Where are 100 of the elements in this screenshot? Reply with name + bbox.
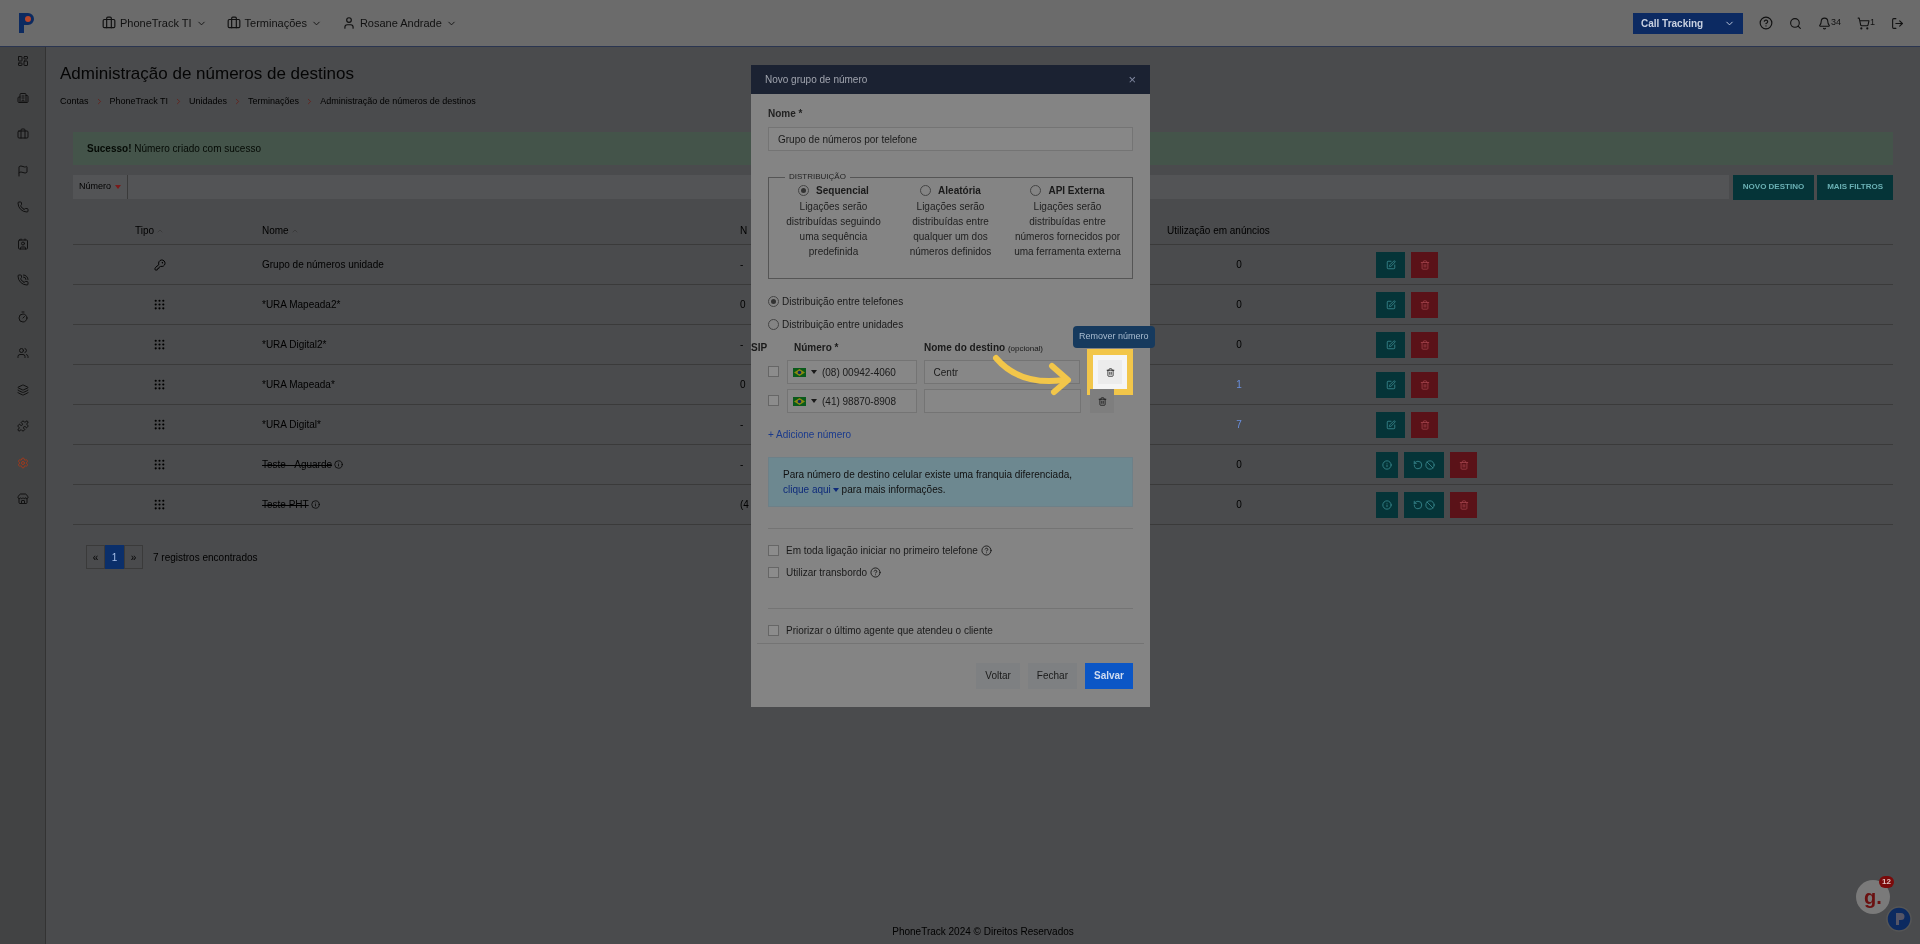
distribution-mode-option[interactable]: Distribuição entre telefones xyxy=(768,294,1133,309)
destination-input[interactable] xyxy=(924,389,1081,413)
row-name: Teste PHT xyxy=(262,498,309,512)
distribution-option[interactable]: API Externa xyxy=(1030,183,1105,198)
keypad-icon xyxy=(153,498,166,511)
help-icon[interactable] xyxy=(980,545,992,556)
dialog-button[interactable]: Salvar xyxy=(1084,662,1133,689)
previous-page-button[interactable]: « xyxy=(86,545,105,569)
trash-icon xyxy=(1458,499,1469,510)
usage-count: 0 xyxy=(1236,498,1242,512)
edit-button[interactable] xyxy=(1376,411,1405,438)
delete-button[interactable] xyxy=(1411,291,1438,318)
name-label: Nome * xyxy=(768,107,804,121)
chat-bubble-icon[interactable] xyxy=(1886,906,1912,932)
info-button[interactable] xyxy=(1376,491,1398,518)
breadcrumb-link[interactable]: Terminações xyxy=(248,94,300,108)
edit-button[interactable] xyxy=(1376,291,1405,318)
help-icon[interactable] xyxy=(1758,16,1773,30)
delete-button[interactable] xyxy=(1411,251,1438,278)
sidebar-item[interactable] xyxy=(16,201,29,213)
remove-number-button[interactable] xyxy=(1098,360,1123,384)
sidebar-item[interactable] xyxy=(16,164,29,177)
dialog-button[interactable]: Fechar xyxy=(1027,662,1077,689)
info-button[interactable] xyxy=(1376,451,1398,478)
records-count: 7 registros encontrados xyxy=(153,550,258,565)
option-checkbox-label[interactable]: Em toda ligação iniciar no primeiro telefone xyxy=(768,543,992,558)
logout-icon[interactable] xyxy=(1891,16,1904,30)
delete-button[interactable] xyxy=(1411,411,1438,438)
add-number-link[interactable]: + Adicione número xyxy=(768,427,852,442)
checkbox[interactable] xyxy=(768,366,779,377)
header-menu[interactable]: Terminações xyxy=(226,14,322,32)
option-checkbox-label[interactable]: Priorizar o último agente que atendeu o cliente xyxy=(768,623,993,638)
edit-button[interactable] xyxy=(1376,371,1405,398)
keypad-icon xyxy=(153,378,166,391)
edit-button[interactable] xyxy=(1376,331,1405,358)
alert-text: Sucesso! Número criado com sucesso xyxy=(87,142,261,156)
sidebar-item[interactable] xyxy=(16,347,29,359)
name-input[interactable]: Grupo de números por telefone xyxy=(768,127,1133,151)
filter-dropdown[interactable]: Número xyxy=(73,175,128,199)
users-icon xyxy=(16,347,29,359)
column-header[interactable]: Nome xyxy=(262,223,299,238)
checkbox[interactable] xyxy=(768,395,779,406)
puzzle-icon xyxy=(16,420,29,432)
header-menu[interactable]: PhoneTrack TI xyxy=(102,14,207,32)
next-page-button[interactable]: » xyxy=(124,545,143,569)
dashboard-icon xyxy=(16,55,29,67)
remove-number-button[interactable] xyxy=(1090,389,1114,413)
page-button[interactable]: 1 xyxy=(105,545,124,569)
distribution-option[interactable]: Sequencial xyxy=(798,183,869,198)
trash-icon xyxy=(1097,396,1107,406)
caret-icon xyxy=(811,399,817,403)
cart-button[interactable]: 1 xyxy=(1857,16,1875,30)
sidebar-item[interactable] xyxy=(16,128,29,140)
column-header: Utilização em anúncios xyxy=(1167,224,1270,238)
breadcrumb-link[interactable]: Administração de números de destinos xyxy=(320,94,476,108)
sidebar-item[interactable] xyxy=(16,55,29,67)
trash-icon xyxy=(1419,299,1430,310)
info-link[interactable]: clique aqui xyxy=(783,482,839,497)
usage-count[interactable]: 1 xyxy=(1236,377,1242,392)
edit-icon xyxy=(1385,379,1396,390)
delete-button[interactable] xyxy=(1411,331,1438,358)
sidebar-item[interactable] xyxy=(16,456,29,469)
sidebar-item[interactable] xyxy=(16,274,29,286)
sidebar-item[interactable] xyxy=(16,493,29,505)
checkbox[interactable] xyxy=(768,545,779,556)
search-icon[interactable] xyxy=(1788,16,1802,30)
header-menu[interactable]: Rosane Andrade xyxy=(341,14,457,32)
toolbar-button[interactable]: MAIS FILTROS xyxy=(1817,174,1893,200)
checkbox[interactable] xyxy=(768,567,779,578)
restore-button[interactable] xyxy=(1404,451,1444,478)
toolbar-button[interactable]: NOVO DESTINO xyxy=(1732,174,1815,200)
column-header[interactable]: Tipo xyxy=(135,223,165,238)
delete-button[interactable] xyxy=(1411,371,1438,398)
delete-button[interactable] xyxy=(1450,491,1477,518)
dialog-button[interactable]: Voltar xyxy=(976,662,1020,689)
sidebar-item[interactable] xyxy=(16,91,29,104)
help-icon[interactable] xyxy=(870,567,882,578)
usage-count: 0 xyxy=(1236,298,1242,312)
close-button[interactable]: × xyxy=(1128,69,1136,90)
breadcrumb-link[interactable]: Unidades xyxy=(189,94,228,108)
usage-count[interactable]: 7 xyxy=(1236,417,1242,432)
breadcrumb-link[interactable]: Contas xyxy=(60,94,89,108)
delete-button[interactable] xyxy=(1450,451,1477,478)
edit-icon xyxy=(1385,259,1396,270)
product-select[interactable]: Call Tracking xyxy=(1632,12,1743,34)
distribution-option[interactable]: Aleatória xyxy=(920,183,981,198)
notifications-button[interactable]: 34 xyxy=(1817,16,1841,30)
phone-input[interactable]: (41) 98870-8908 xyxy=(787,389,917,413)
sidebar-item[interactable] xyxy=(16,310,29,323)
sidebar-item[interactable] xyxy=(16,383,29,396)
user-icon xyxy=(341,16,356,30)
breadcrumb-link[interactable]: PhoneTrack TI xyxy=(109,94,169,108)
sidebar-item[interactable] xyxy=(16,237,29,250)
restore-button[interactable] xyxy=(1404,491,1444,518)
edit-button[interactable] xyxy=(1376,251,1405,278)
checkbox[interactable] xyxy=(768,625,779,636)
phone-input[interactable]: (08) 00942-4060 xyxy=(786,360,917,384)
sidebar-item[interactable] xyxy=(16,420,29,432)
option-checkbox-label[interactable]: Utilizar transbordo xyxy=(768,565,882,580)
trash-icon xyxy=(1105,367,1115,377)
